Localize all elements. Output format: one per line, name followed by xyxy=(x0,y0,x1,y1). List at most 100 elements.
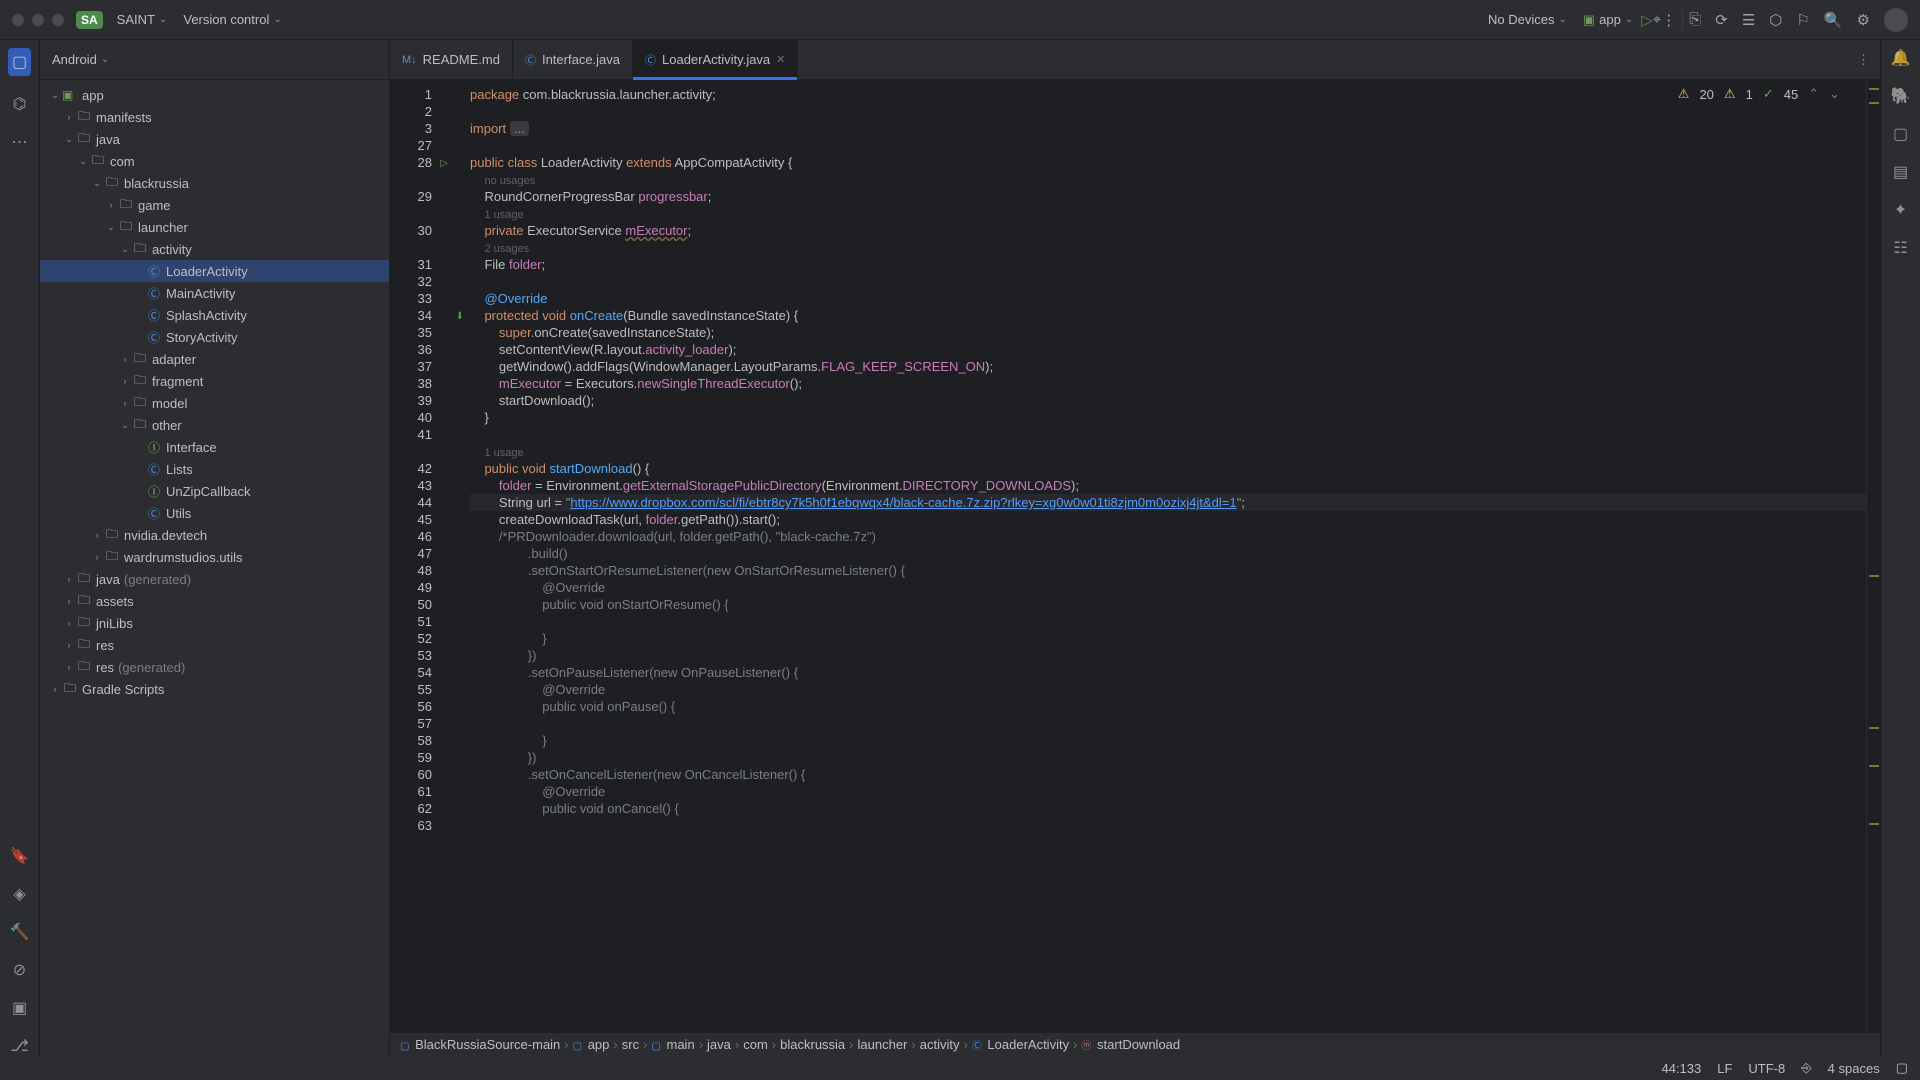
indent-info[interactable]: 4 spaces xyxy=(1828,1061,1880,1076)
bookmarks-icon[interactable]: 🔖 xyxy=(10,846,30,866)
code-line[interactable]: mExecutor = Executors.newSingleThreadExe… xyxy=(470,375,1866,392)
prev-highlight-icon[interactable]: ⌃ xyxy=(1808,86,1819,102)
vcs-tool-icon[interactable]: ⎇ xyxy=(10,1036,28,1056)
expand-icon[interactable]: › xyxy=(62,662,76,672)
tab-loaderactivity-java[interactable]: ⒸLoaderActivity.java✕ xyxy=(633,40,798,79)
code-line[interactable]: import ... xyxy=(470,120,1866,137)
code-line[interactable]: }) xyxy=(470,647,1866,664)
collapse-icon[interactable]: ⌄ xyxy=(118,420,132,431)
max-dot[interactable] xyxy=(52,14,64,26)
run-icon[interactable]: ▷ xyxy=(1641,11,1653,29)
code-line[interactable]: public class LoaderActivity extends AppC… xyxy=(470,154,1866,171)
debug-icon[interactable]: ⌖ xyxy=(1653,11,1661,28)
tree-item-game[interactable]: ›🗀game xyxy=(40,194,389,216)
usage-hint[interactable]: 1 usage xyxy=(470,443,1866,460)
tree-item-utils[interactable]: ⒸUtils xyxy=(40,502,389,524)
workspace-dropdown[interactable]: SAINT ⌄ xyxy=(109,8,176,31)
code-line[interactable]: folder = Environment.getExternalStorageP… xyxy=(470,477,1866,494)
code-line[interactable]: @Override xyxy=(470,579,1866,596)
code-line[interactable]: } xyxy=(470,409,1866,426)
file-encoding[interactable]: UTF-8 xyxy=(1748,1061,1785,1076)
breadcrumb-item[interactable]: activity xyxy=(920,1037,960,1052)
sync-icon[interactable]: ⟳ xyxy=(1715,11,1728,29)
project-tree[interactable]: ⌄▣app›🗀manifests⌄🗀java⌄🗀com⌄🗀blackrussia… xyxy=(40,80,389,1056)
code-line[interactable]: package com.blackrussia.launcher.activit… xyxy=(470,86,1866,103)
more-tool-icon[interactable]: ⋯ xyxy=(12,132,28,152)
code-line[interactable]: public void onStartOrResume() { xyxy=(470,596,1866,613)
collapse-icon[interactable]: ⌄ xyxy=(90,178,104,189)
tree-item-java[interactable]: ›🗀java(generated) xyxy=(40,568,389,590)
expand-icon[interactable]: › xyxy=(90,552,104,562)
tree-item-unzipcallback[interactable]: ⒾUnZipCallback xyxy=(40,480,389,502)
vcs-dropdown[interactable]: Version control ⌄ xyxy=(175,8,289,31)
expand-icon[interactable]: › xyxy=(48,684,62,694)
more-run-icon[interactable]: ⋮ xyxy=(1661,11,1676,29)
code-line[interactable] xyxy=(470,715,1866,732)
expand-icon[interactable]: › xyxy=(118,354,132,364)
build-icon[interactable]: 🔨 xyxy=(10,922,30,942)
tree-item-app[interactable]: ⌄▣app xyxy=(40,84,389,106)
tree-item-res[interactable]: ›🗀res(generated) xyxy=(40,656,389,678)
usage-hint[interactable]: 1 usage xyxy=(470,205,1866,222)
breadcrumb-item[interactable]: ⓜ startDownload xyxy=(1081,1037,1180,1052)
code-line[interactable] xyxy=(470,273,1866,290)
expand-icon[interactable]: › xyxy=(118,398,132,408)
code-line[interactable]: @Override xyxy=(470,290,1866,307)
code-line[interactable]: } xyxy=(470,630,1866,647)
breadcrumb-item[interactable]: com xyxy=(743,1037,768,1052)
collapse-icon[interactable]: ⌄ xyxy=(104,222,118,233)
tree-item-jnilibs[interactable]: ›🗀jniLibs xyxy=(40,612,389,634)
code-line[interactable]: .setOnPauseListener(new OnPauseListener(… xyxy=(470,664,1866,681)
code-line[interactable]: String url = "https://www.dropbox.com/sc… xyxy=(470,494,1866,511)
tree-item-gradle-scripts[interactable]: ›🗀Gradle Scripts xyxy=(40,678,389,700)
code-line[interactable]: getWindow().addFlags(WindowManager.Layou… xyxy=(470,358,1866,375)
code-with-me-icon[interactable]: ⎘ xyxy=(1689,11,1701,28)
breadcrumb-item[interactable]: blackrussia xyxy=(780,1037,845,1052)
tree-item-other[interactable]: ⌄🗀other xyxy=(40,414,389,436)
gradle-icon[interactable]: 🐘 xyxy=(1891,86,1911,106)
tree-item-splashactivity[interactable]: ⒸSplashActivity xyxy=(40,304,389,326)
sidebar-header[interactable]: Android ⌄ xyxy=(40,40,389,80)
code-line[interactable]: RoundCornerProgressBar progressbar; xyxy=(470,188,1866,205)
device-manager-icon[interactable]: ▢ xyxy=(1893,124,1908,144)
expand-icon[interactable]: › xyxy=(62,112,76,122)
tab-readme-md[interactable]: M↓README.md xyxy=(390,40,513,79)
assistant-icon[interactable]: ✦ xyxy=(1894,200,1907,220)
breadcrumb-item[interactable]: launcher xyxy=(858,1037,908,1052)
expand-icon[interactable]: › xyxy=(90,530,104,540)
run-gutter-icon[interactable]: ▷ xyxy=(440,155,448,172)
usage-hint[interactable]: 2 usages xyxy=(470,239,1866,256)
tree-item-nvidia-devtech[interactable]: ›🗀nvidia.devtech xyxy=(40,524,389,546)
tab-options-icon[interactable]: ⋮ xyxy=(1847,40,1880,79)
code-line[interactable]: createDownloadTask(url, folder.getPath()… xyxy=(470,511,1866,528)
tree-item-loaderactivity[interactable]: ⒸLoaderActivity xyxy=(40,260,389,282)
code-line[interactable]: setContentView(R.layout.activity_loader)… xyxy=(470,341,1866,358)
tree-item-fragment[interactable]: ›🗀fragment xyxy=(40,370,389,392)
collapse-icon[interactable]: ⌄ xyxy=(118,244,132,255)
editor-gutter[interactable]: 1232728▷293031323334⬇3536373839404142434… xyxy=(390,80,440,1032)
code-line[interactable]: startDownload(); xyxy=(470,392,1866,409)
app-quality-icon[interactable]: ⚐ xyxy=(1796,11,1809,29)
tree-item-blackrussia[interactable]: ⌄🗀blackrussia xyxy=(40,172,389,194)
expand-icon[interactable]: › xyxy=(104,200,118,210)
code-line[interactable]: super.onCreate(savedInstanceState); xyxy=(470,324,1866,341)
inspection-meter[interactable]: ⚠20 ⚠1 ✓45 ⌃ ⌄ xyxy=(1678,86,1840,102)
code-line[interactable] xyxy=(470,613,1866,630)
notifications-icon[interactable]: 🔔 xyxy=(1891,48,1911,68)
device-manager-icon[interactable]: ☰ xyxy=(1742,11,1755,29)
tree-item-model[interactable]: ›🗀model xyxy=(40,392,389,414)
code-line[interactable]: public void onPause() { xyxy=(470,698,1866,715)
sdk-icon[interactable]: ⬡ xyxy=(1769,11,1782,29)
code-line[interactable]: /*PRDownloader.download(url, folder.getP… xyxy=(470,528,1866,545)
line-separator[interactable]: LF xyxy=(1717,1061,1732,1076)
tree-item-adapter[interactable]: ›🗀adapter xyxy=(40,348,389,370)
terminal-icon[interactable]: ▣ xyxy=(12,998,27,1018)
usage-hint[interactable]: no usages xyxy=(470,171,1866,188)
tree-item-res[interactable]: ›🗀res xyxy=(40,634,389,656)
breadcrumb-item[interactable]: java xyxy=(707,1037,731,1052)
code-line[interactable] xyxy=(470,137,1866,154)
running-devices-icon[interactable]: ▤ xyxy=(1893,162,1908,182)
collapse-icon[interactable]: ⌄ xyxy=(76,156,90,167)
tree-item-com[interactable]: ⌄🗀com xyxy=(40,150,389,172)
min-dot[interactable] xyxy=(32,14,44,26)
